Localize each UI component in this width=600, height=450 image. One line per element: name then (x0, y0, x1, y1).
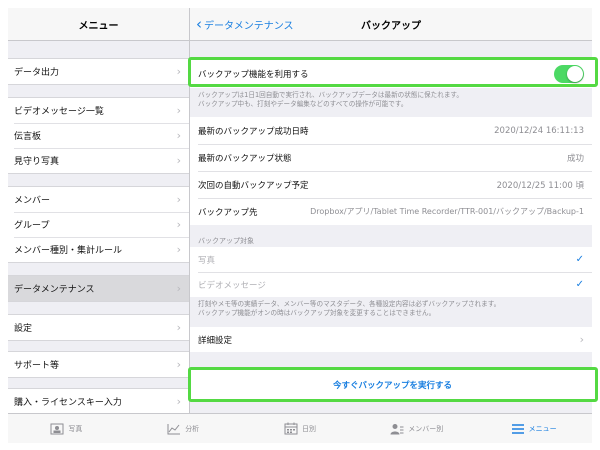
backup-toggle-note: バックアップは1日1回自動で実行され、バックアップデータは最新の状態に保たれます… (190, 88, 592, 109)
sidebar-group-maintenance: データメンテナンス › (8, 275, 189, 302)
chevron-right-icon: › (176, 154, 181, 167)
chevron-left-icon: ‹ (196, 15, 202, 33)
sidebar-group-members: メンバー › グループ › メンバー種別・集計ルール › (8, 186, 189, 263)
backup-targets-group: 写真 ✓ ビデオメッセージ ✓ (190, 247, 592, 297)
tab-member[interactable]: メンバー別 (358, 414, 475, 443)
last-success-row: 最新のバックアップ成功日時 2020/12/24 16:11:13 (190, 117, 592, 144)
sidebar-item-label: メンバー (14, 196, 51, 206)
chevron-right-icon: › (579, 333, 584, 346)
sidebar-item-data-export[interactable]: データ出力 › (8, 59, 189, 84)
sidebar-item-purchase-license[interactable]: 購入・ライセンスキー入力 › (8, 389, 189, 413)
chevron-right-icon: › (176, 104, 181, 117)
sidebar-group-purchase: 購入・ライセンスキー入力 › (8, 388, 189, 413)
destination-value: Dropbox/アプリ/Tablet Time Recorder/TTR-001… (310, 207, 584, 216)
detail-settings-row[interactable]: 詳細設定 › (190, 327, 592, 352)
sidebar-group-settings: 設定 › (8, 314, 189, 341)
chevron-right-icon: › (176, 321, 181, 334)
sidebar-item-member-types[interactable]: メンバー種別・集計ルール › (8, 237, 189, 262)
chevron-right-icon: › (176, 243, 181, 256)
sidebar-item-label: サポート等 (14, 361, 60, 371)
last-success-label: 最新のバックアップ成功日時 (198, 126, 309, 137)
tab-analysis[interactable]: 分析 (125, 414, 242, 443)
next-auto-row: 次回の自動バックアップ予定 2020/12/25 11:00 頃 (190, 171, 592, 198)
backup-targets-header: バックアップ対象 (198, 237, 254, 245)
page-title: バックアップ (361, 20, 421, 32)
note-line: 打刻やメモ等の実績データ、メンバー等のマスタデータ、各種設定内容は必ずバックアッ… (198, 300, 501, 308)
back-button[interactable]: ‹ データメンテナンス (196, 8, 294, 41)
destination-row: バックアップ先 Dropbox/アプリ/Tablet Time Recorder… (190, 198, 592, 225)
sidebar-item-settings[interactable]: 設定 › (8, 315, 189, 340)
tab-label: メニュー (528, 424, 557, 433)
sidebar-item-label: 設定 (14, 324, 33, 334)
sidebar-header: メニュー (8, 8, 189, 41)
chevron-right-icon: › (176, 358, 181, 371)
toggle-row-highlight (188, 57, 598, 87)
sidebar-item-label: データ出力 (14, 68, 60, 78)
calendar-icon (284, 422, 298, 435)
sidebar-item-label: 伝言板 (14, 132, 42, 142)
backup-status-group: 最新のバックアップ成功日時 2020/12/24 16:11:13 最新のバック… (190, 117, 592, 225)
chevron-right-icon: › (176, 218, 181, 231)
back-button-label: データメンテナンス (204, 21, 294, 32)
line-chart-icon (167, 423, 181, 434)
person-list-icon (390, 423, 404, 434)
sidebar-item-message-board[interactable]: 伝言板 › (8, 123, 189, 148)
sidebar-item-support[interactable]: サポート等 › (8, 352, 189, 377)
tab-label: 分析 (185, 424, 200, 433)
tab-photo[interactable]: 写真 (8, 414, 125, 443)
checkmark-icon: ✓ (575, 279, 584, 290)
sidebar-item-label: 見守り写真 (14, 157, 60, 167)
tab-bar: 写真 分析 日別 メンバー別 メニュー (8, 413, 592, 443)
chevron-right-icon: › (176, 395, 181, 408)
note-line: バックアップ機能がオンの時はバックアップ対象を変更することはできません。 (198, 309, 436, 317)
sidebar-item-video-messages[interactable]: ビデオメッセージ一覧 › (8, 98, 189, 123)
photo-icon (50, 423, 64, 434)
sidebar-item-label: 購入・ライセンスキー入力 (14, 398, 122, 408)
run-button-highlight (188, 367, 598, 402)
tab-label: 写真 (68, 424, 83, 433)
menu-icon (511, 423, 524, 434)
last-success-value: 2020/12/24 16:11:13 (494, 125, 584, 136)
last-status-label: 最新のバックアップ状態 (198, 153, 292, 164)
tab-label: メンバー別 (408, 424, 444, 433)
sidebar-item-watch-photos[interactable]: 見守り写真 › (8, 148, 189, 173)
sidebar-group-messages: ビデオメッセージ一覧 › 伝言板 › 見守り写真 › (8, 97, 189, 174)
sidebar-item-label: データメンテナンス (14, 285, 95, 295)
note-line: バックアップ中も、打刻やデータ編集などのすべての操作が可能です。 (198, 100, 408, 108)
backup-targets-note: 打刻やメモ等の実績データ、メンバー等のマスタデータ、各種設定内容は必ずバックアッ… (190, 297, 592, 318)
destination-label: バックアップ先 (198, 207, 258, 218)
target-photo-label: 写真 (198, 255, 216, 266)
sidebar: メニュー データ出力 › ビデオメッセージ一覧 › 伝言板 › 見守り写真 › … (8, 8, 190, 413)
target-video-row[interactable]: ビデオメッセージ ✓ (190, 272, 592, 297)
sidebar-item-label: メンバー種別・集計ルール (14, 246, 123, 256)
chevron-right-icon: › (176, 129, 181, 142)
target-video-label: ビデオメッセージ (198, 280, 266, 291)
last-status-value: 成功 (566, 153, 584, 164)
sidebar-item-groups[interactable]: グループ › (8, 212, 189, 237)
sidebar-group-support: サポート等 › (8, 351, 189, 378)
sidebar-item-label: ビデオメッセージ一覧 (14, 107, 104, 117)
sidebar-item-members[interactable]: メンバー › (8, 187, 189, 212)
chevron-right-icon: › (176, 282, 181, 295)
chevron-right-icon: › (176, 65, 181, 78)
sidebar-group-export: データ出力 › (8, 58, 189, 85)
last-status-row: 最新のバックアップ状態 成功 (190, 144, 592, 171)
tab-label: 日別 (301, 424, 316, 433)
next-auto-label: 次回の自動バックアップ予定 (198, 180, 309, 191)
content-nav-bar: ‹ データメンテナンス バックアップ (190, 8, 592, 41)
sidebar-item-data-maintenance[interactable]: データメンテナンス › (8, 276, 189, 301)
next-auto-value: 2020/12/25 11:00 頃 (496, 180, 584, 191)
chevron-right-icon: › (176, 193, 181, 206)
sidebar-title: メニュー (78, 20, 119, 32)
sidebar-item-label: グループ (14, 221, 50, 231)
target-photo-row[interactable]: 写真 ✓ (190, 247, 592, 272)
tab-daily[interactable]: 日別 (242, 414, 359, 443)
checkmark-icon: ✓ (575, 254, 584, 265)
tab-menu[interactable]: メニュー (475, 414, 592, 443)
note-line: バックアップは1日1回自動で実行され、バックアップデータは最新の状態に保たれます… (198, 91, 463, 99)
detail-settings-label: 詳細設定 (198, 335, 233, 346)
